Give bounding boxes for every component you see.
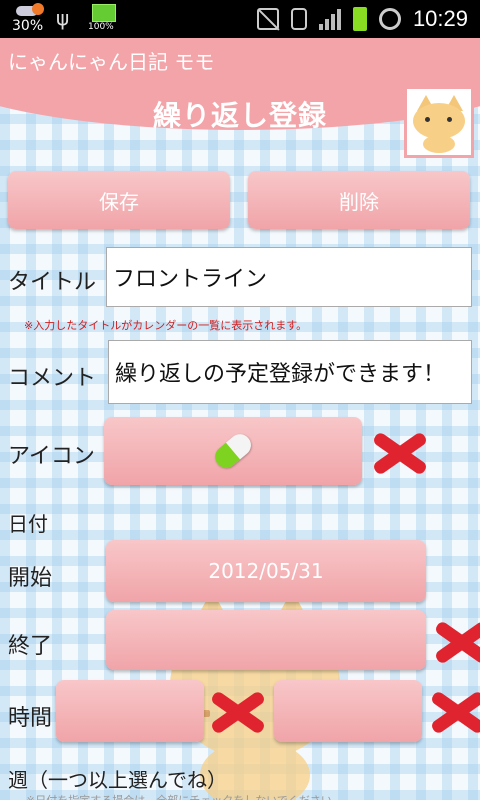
cat-avatar[interactable] [404, 86, 474, 158]
temperature-text: 30% [12, 18, 44, 34]
pill-icon [210, 429, 256, 473]
weather-icon: 30% [10, 0, 50, 38]
save-button-label: 保存 [99, 189, 139, 214]
battery-percent-text: 100% [88, 22, 114, 32]
end-date-button[interactable] [106, 610, 426, 670]
comment-label: コメント [8, 366, 97, 391]
clear-end-date-button[interactable] [434, 618, 478, 664]
clear-start-time-button[interactable] [210, 688, 254, 734]
title-input[interactable]: フロントライン [106, 247, 472, 307]
week-label: 週（一つ以上選んでね） [8, 768, 227, 792]
app-title-bar: にゃんにゃん日記 モモ [0, 38, 480, 80]
clear-icon-button[interactable] [372, 429, 428, 475]
comment-input[interactable]: 繰り返しの予定登録ができます！ [108, 340, 472, 404]
app-title: にゃんにゃん日記 モモ [8, 50, 215, 74]
title-label: タイトル [8, 270, 97, 295]
delete-button[interactable]: 削除 [248, 171, 470, 229]
start-time-button[interactable] [56, 680, 204, 742]
battery-widget-icon [92, 4, 116, 22]
vibrate-icon [290, 8, 307, 30]
title-note: ※入力したタイトルがカレンダーの一覧に表示されます。 [24, 319, 308, 332]
alarm-icon [378, 8, 401, 30]
usb-icon: ψ [56, 6, 70, 30]
mute-icon [256, 8, 279, 30]
start-date-button[interactable]: 2012/05/31 [106, 540, 426, 602]
end-label: 終了 [8, 634, 53, 659]
time-label: 時間 [8, 706, 53, 731]
delete-button-label: 削除 [339, 189, 379, 214]
icon-select-button[interactable] [104, 417, 362, 485]
clock-time: 10:29 [412, 6, 468, 31]
icon-label: アイコン [8, 444, 95, 469]
week-note: ※日付を指定する場合は、全部にチェックをしないでください [26, 792, 332, 800]
signal-icon [318, 8, 341, 30]
start-label: 開始 [8, 566, 53, 591]
date-label: 日付 [8, 512, 48, 536]
end-time-button[interactable] [274, 680, 422, 742]
clear-end-time-button[interactable] [430, 688, 478, 734]
save-button[interactable]: 保存 [8, 171, 230, 229]
battery-icon [352, 7, 367, 31]
main-content: 繰り返し登録 保存 削除 タイトル フロントライン ※入力したタイトルがカレンダ… [0, 80, 480, 800]
start-date-value: 2012/05/31 [208, 559, 324, 583]
status-bar: 30% ψ 100% 10:29 [0, 0, 480, 38]
